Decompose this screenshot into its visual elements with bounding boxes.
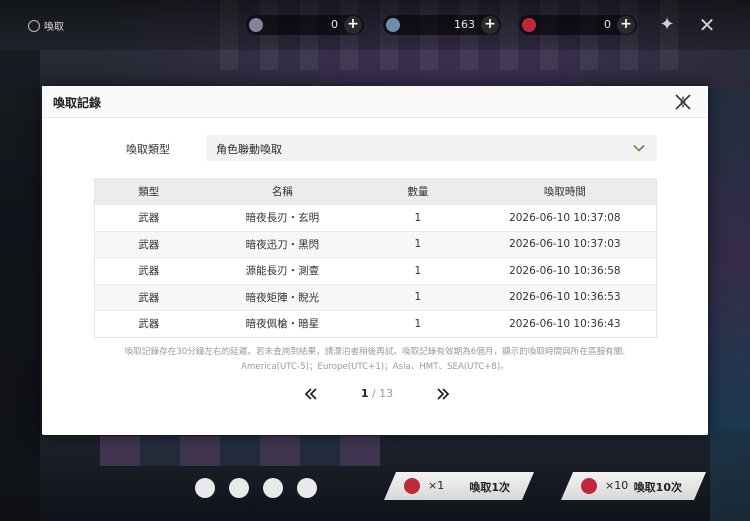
cell-time: 2026-06-10 10:36:43 [509,317,621,330]
cell-type: 武器 [138,265,160,278]
cell-time: 2026-06-10 10:36:53 [509,291,621,304]
add-crystal-button[interactable]: + [481,16,499,34]
pull-ten-count: ×10 [605,479,629,492]
resource-ticket-value: 0 [604,18,611,31]
page-indicator: 1 / 13 [347,387,407,400]
ticket-icon [522,18,536,32]
cell-type: 武器 [138,212,160,225]
pull-type-value: 角色聯動喚取 [216,143,282,156]
table-row: 武器 暗夜長刃・玄明 1 2026-06-10 10:37:08 [95,204,656,231]
pull-record-dialog: 喚取記錄 喚取類型 角色聯動喚取 類型 名稱 數量 喚取時間 武器 暗夜長刃・玄… [42,86,708,435]
cell-name: 源能長刃・測壹 [245,265,320,278]
dialog-header: 喚取記錄 [42,86,708,118]
resource-credit: 0 + [246,15,364,35]
double-chevron-right-icon[interactable] [436,387,450,401]
bottom-icon-2[interactable] [229,478,249,498]
bottom-icon-4[interactable] [297,478,317,498]
table-row: 武器 源能長刃・測壹 1 2026-06-10 10:36:58 [95,257,656,284]
col-header-time: 喚取時間 [543,186,586,198]
record-table: 類型 名稱 數量 喚取時間 武器 暗夜長刃・玄明 1 2026-06-10 10… [94,178,657,338]
close-icon[interactable] [673,92,693,112]
col-header-name: 名稱 [271,186,293,198]
cell-name: 暗夜佩槍・暗星 [245,318,320,331]
resource-crystal: 163 + [383,15,501,35]
table-row: 武器 暗夜矩陣・睨光 1 2026-06-10 10:36:53 [95,283,656,310]
table-header: 類型 名稱 數量 喚取時間 [95,179,656,204]
dialog-title: 喚取記錄 [53,96,102,110]
cell-qty: 1 [414,291,422,304]
table-row: 武器 暗夜迅刀・黑閃 1 2026-06-10 10:37:03 [95,230,656,257]
crystal-icon [386,18,400,32]
chevron-down-icon [633,144,645,152]
add-credit-button[interactable]: + [344,16,362,34]
double-chevron-left-icon[interactable] [304,387,318,401]
back-button[interactable]: 喚取 [28,18,64,33]
cell-name: 暗夜長刃・玄明 [245,212,320,225]
bottom-icon-bar [195,478,317,498]
page-separator: / [368,387,380,400]
cell-qty: 1 [414,317,422,330]
cell-time: 2026-06-10 10:37:03 [509,238,621,251]
total-pages: 13 [379,387,394,400]
resource-ticket: 0 + [519,15,637,35]
bottom-icon-1[interactable] [195,478,215,498]
cell-type: 武器 [138,291,160,304]
pagination: 1 / 13 [302,386,452,402]
top-bar: 喚取 0 + 163 + 0 + ✦ ✕ [0,0,750,50]
add-ticket-button[interactable]: + [617,16,635,34]
ticket-icon [581,478,597,494]
record-notice: 喚取記錄存在30分鐘左右的延遲。若未查詢到結果，請漂泊者稍後再試。喚取記錄有效期… [82,345,668,375]
notice-line-2: America(UTC-5)；Europe(UTC+1)；Asia、HMT、SE… [241,362,509,372]
settings-icon[interactable]: ✦ [656,14,678,36]
table-row: 武器 暗夜佩槍・暗星 1 2026-06-10 10:36:43 [95,310,656,337]
cell-qty: 1 [414,264,422,277]
credit-icon [249,18,263,32]
pull-ten-button[interactable]: ×10 喚取10次 [561,472,706,500]
cell-time: 2026-06-10 10:36:58 [509,264,621,277]
notice-line-1: 喚取記錄存在30分鐘左右的延遲。若未查詢到結果，請漂泊者稍後再試。喚取記錄有效期… [124,347,626,357]
pull-one-button[interactable]: ×1 喚取1次 [384,472,534,500]
back-icon [28,19,40,32]
cell-qty: 1 [414,238,422,251]
cell-name: 暗夜迅刀・黑閃 [245,238,320,251]
col-header-type: 類型 [138,186,160,198]
cell-name: 暗夜矩陣・睨光 [245,291,320,304]
pull-type-dropdown[interactable]: 角色聯動喚取 [206,135,657,161]
cell-qty: 1 [414,211,422,224]
close-icon[interactable]: ✕ [696,14,718,36]
table-body: 武器 暗夜長刃・玄明 1 2026-06-10 10:37:08 武器 暗夜迅刀… [95,204,656,337]
bottom-icon-3[interactable] [263,478,283,498]
back-label: 喚取 [44,22,64,33]
cell-type: 武器 [138,238,160,251]
resource-credit-value: 0 [331,18,338,31]
pull-one-label: 喚取1次 [469,481,510,494]
ticket-icon [404,478,420,494]
pull-one-count: ×1 [428,479,445,492]
pull-ten-label: 喚取10次 [633,481,682,494]
col-header-qty: 數量 [407,186,429,198]
cell-type: 武器 [138,318,160,331]
pull-type-label: 喚取類型 [126,143,170,156]
cell-time: 2026-06-10 10:37:08 [509,211,621,224]
resource-crystal-value: 163 [454,18,475,31]
